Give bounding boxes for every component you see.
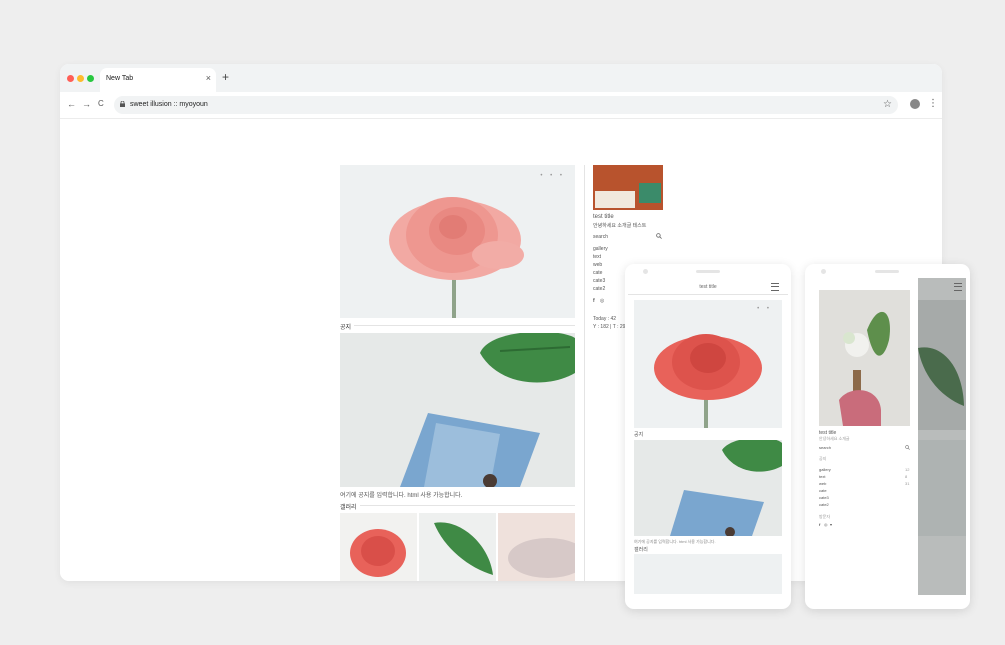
browser-menu-icon[interactable]: ⋮ (928, 98, 938, 110)
phone-1-screen: test title • • 공지 여기에 공지를 입력합니다. html 사용… (628, 278, 788, 595)
drawer-search-input[interactable]: search (819, 445, 831, 450)
drawer-section-label: 공지 (819, 456, 827, 461)
profile-photo (593, 165, 663, 210)
leaf-thumb-illustration (434, 522, 493, 575)
new-tab-icon[interactable]: + (222, 70, 229, 84)
drawer-category-cate[interactable]: cate (819, 488, 827, 493)
instagram-icon[interactable]: ◎ (600, 298, 604, 304)
sky-thumb-illustration (498, 513, 575, 581)
bookmark-star-icon[interactable]: ☆ (883, 99, 892, 111)
browser-toolbar: ← → C sweet illusion :: myoyoun ☆ ⋮ (60, 92, 942, 119)
rose-illustration (389, 197, 524, 318)
url-text: sweet illusion :: myoyoun (130, 101, 208, 108)
drawer-category-web[interactable]: web (819, 481, 826, 486)
drawer-category-cate2[interactable]: cate2 (819, 502, 829, 507)
mobile-rose-illustration (654, 334, 762, 428)
hamburger-menu-icon[interactable] (954, 283, 962, 291)
notice-caption: 여기에 공지를 입력합니다. html 사용 가능합니다. (340, 493, 463, 499)
photo-dots: • • • (540, 173, 565, 179)
hamburger-menu-icon[interactable] (771, 283, 779, 291)
drawer-category-text[interactable]: text (819, 474, 825, 479)
dimmed-leaf (918, 347, 964, 406)
mobile-monstera-photo[interactable] (634, 440, 782, 536)
mobile-photo-dots: • • (757, 306, 772, 312)
browser-tab[interactable]: New Tab × (100, 68, 216, 92)
facebook-icon[interactable]: f (593, 298, 595, 304)
phone-mockup-2: test title 안녕하세요 소개글 search 공지 gallery 1… (805, 264, 970, 609)
phone-camera (821, 269, 826, 274)
address-bar[interactable]: sweet illusion :: myoyoun ☆ (114, 96, 898, 114)
sidebar-category-gallery[interactable]: gallery (593, 246, 608, 252)
mobile-header-divider (628, 294, 788, 295)
visitor-yesterday-total: Y : 182 | T : 29 (593, 324, 626, 330)
mobile-notice-heading: 공지 (634, 432, 644, 438)
phone-2-screen: test title 안녕하세요 소개글 search 공지 gallery 1… (808, 278, 966, 595)
tab-title: New Tab (106, 75, 134, 82)
sidebar-search-input[interactable]: search (593, 234, 608, 240)
notice-divider (354, 325, 575, 326)
monstera-magazine-photo[interactable] (340, 333, 575, 487)
phone-mockup-1: test title • • 공지 여기에 공지를 입력합니다. html 사용… (625, 264, 791, 609)
forward-icon[interactable]: → (82, 98, 91, 110)
tab-strip: New Tab × + (60, 64, 942, 92)
sidebar-category-cate[interactable]: cate (593, 270, 602, 276)
lock-icon (120, 101, 125, 107)
reload-icon[interactable]: C (98, 98, 104, 110)
dimmed-photo-2 (918, 440, 966, 536)
drawer-instagram-icon[interactable]: ◎ (824, 522, 828, 527)
gallery-leaf-thumb[interactable] (419, 513, 496, 581)
phone-speaker (696, 270, 720, 273)
minimize-window-dot[interactable] (77, 75, 84, 82)
mobile-notice-caption: 여기에 공지를 입력합니다. html 사용 가능합니다. (634, 539, 716, 544)
visitor-today: Today : 42 (593, 316, 617, 322)
close-window-dot[interactable] (67, 75, 74, 82)
rose-photo[interactable]: • • • (340, 165, 575, 318)
sidebar-blog-desc: 안녕하세요 소개글 테스트 (593, 223, 647, 229)
gallery-sky-thumb[interactable] (498, 513, 575, 581)
rose-thumb-illustration (350, 529, 406, 577)
drawer-category-cate3[interactable]: cate3 (819, 495, 829, 500)
mobile-gallery-preview[interactable] (634, 554, 782, 594)
notice-heading: 공지 (340, 325, 352, 331)
sidebar-divider (584, 165, 585, 581)
sidebar-category-cate2[interactable]: cate2 (593, 286, 605, 292)
gallery-heading: 갤러리 (340, 505, 357, 511)
phone-speaker (875, 270, 899, 273)
license-plate-illustration (593, 165, 663, 210)
mobile-drawer: test title 안녕하세요 소개글 search 공지 gallery 1… (808, 278, 918, 595)
drawer-category-gallery[interactable]: gallery (819, 467, 831, 472)
mobile-rose-photo[interactable]: • • (634, 300, 782, 428)
phone-camera (643, 269, 648, 274)
sidebar-category-web[interactable]: web (593, 262, 602, 268)
drawer-twitter-icon[interactable]: ▾ (830, 522, 832, 527)
drawer-footer-label: 방문자 (819, 514, 831, 519)
mobile-gallery-heading: 갤러리 (634, 547, 648, 553)
mobile-header-title: test title (699, 284, 717, 290)
sidebar-category-text[interactable]: text (593, 254, 601, 260)
monstera-illustration (340, 333, 575, 487)
mobile-monstera-illustration (634, 440, 782, 536)
drawer-facebook-icon[interactable]: f (819, 522, 820, 527)
drawer-search-icon[interactable] (905, 445, 910, 450)
tab-close-icon[interactable]: × (206, 73, 211, 83)
drawer-blog-desc: 안녕하세요 소개글 (819, 436, 850, 441)
extension-icon[interactable] (910, 99, 920, 109)
drawer-profile-photo (819, 290, 910, 426)
drawer-count-gallery: 12 (905, 467, 910, 472)
drawer-count-web: 31 (905, 481, 910, 486)
drawer-count-text: 8 (905, 474, 908, 479)
gallery-divider (360, 505, 575, 506)
sidebar-category-cate3[interactable]: cate3 (593, 278, 605, 284)
sidebar-blog-title: test title (593, 214, 614, 220)
search-icon[interactable] (656, 233, 662, 239)
gallery-rose-thumb[interactable] (340, 513, 417, 581)
bouquet-illustration (819, 290, 910, 426)
dimmed-page-behind-drawer[interactable] (918, 278, 966, 595)
maximize-window-dot[interactable] (87, 75, 94, 82)
back-icon[interactable]: ← (67, 98, 76, 110)
